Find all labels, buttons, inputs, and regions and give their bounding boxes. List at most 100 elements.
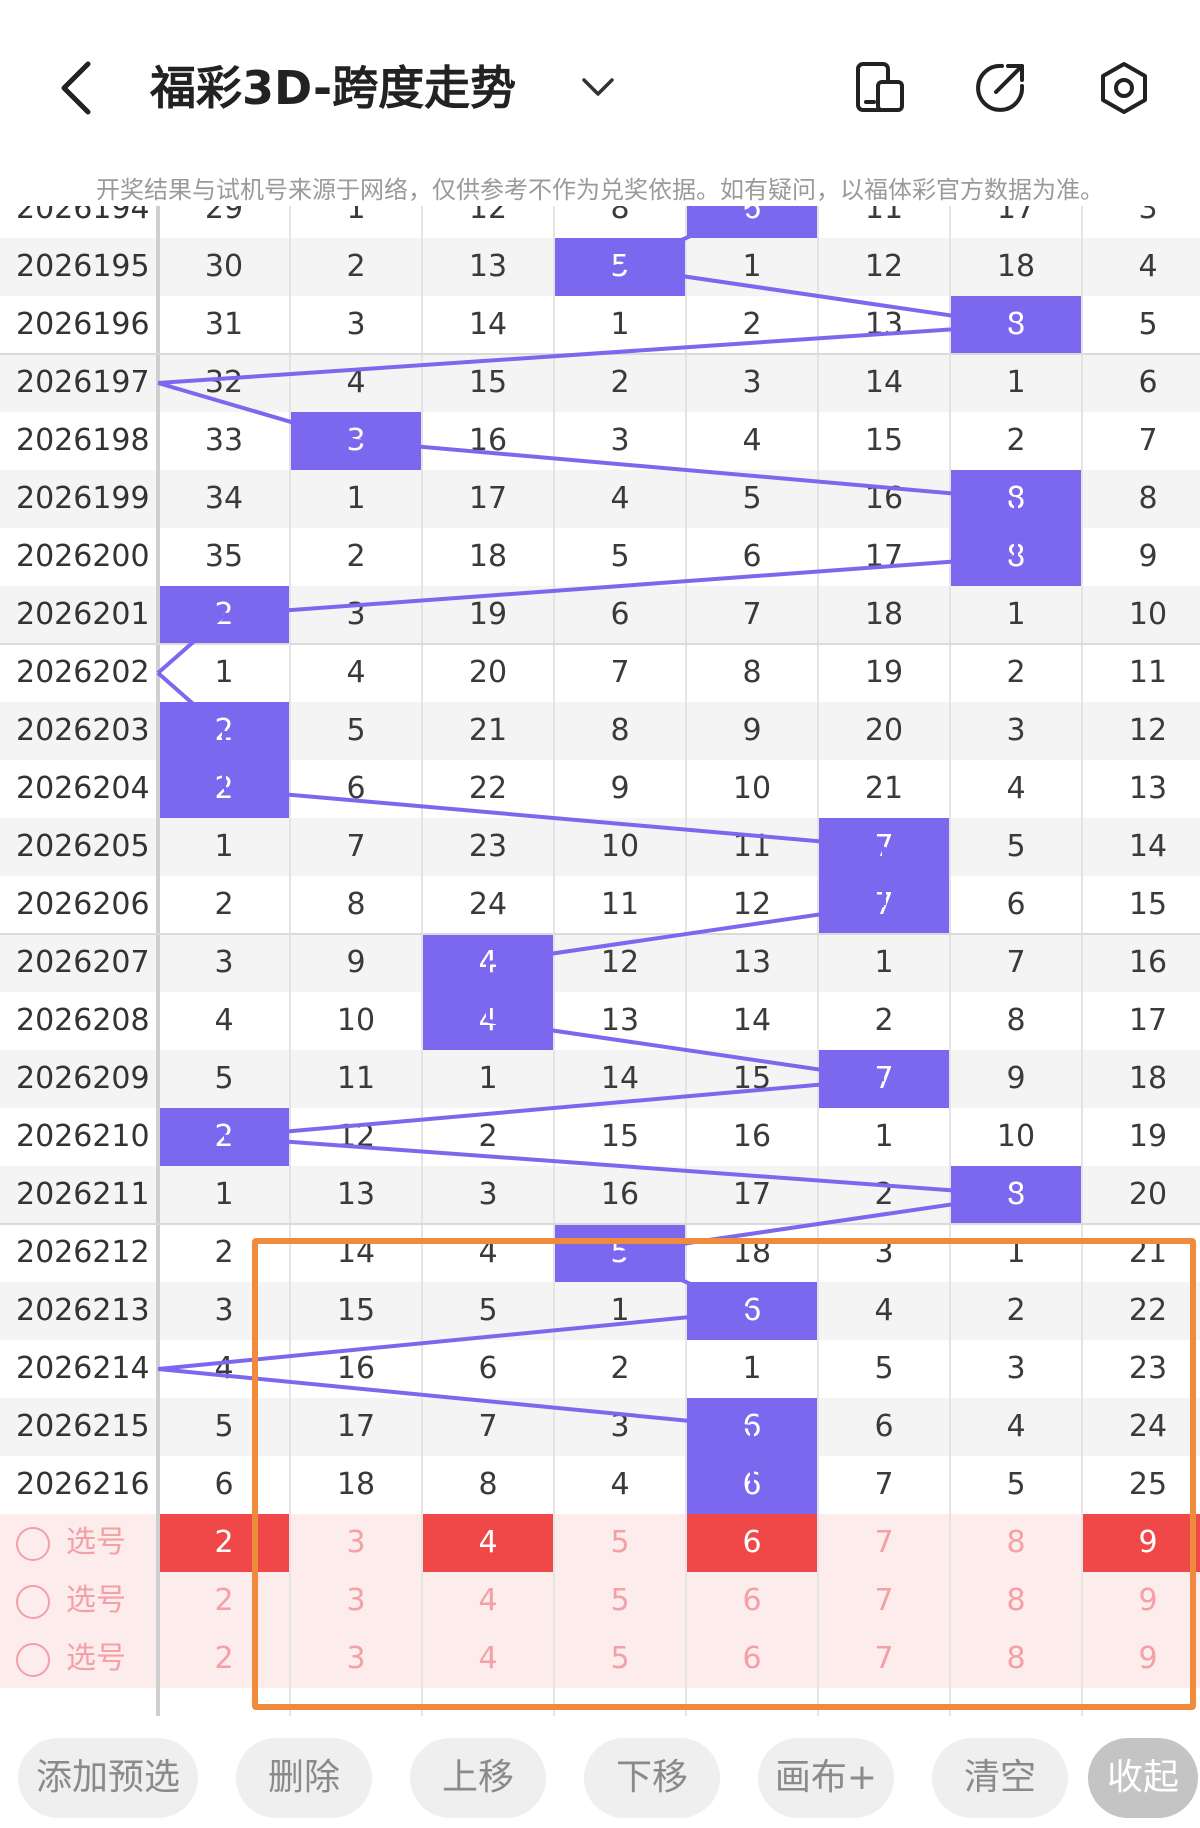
miss-cell: 1 [346, 206, 366, 226]
move-down-button[interactable]: 下移 [584, 1738, 720, 1818]
issue-number: 2026200 [16, 539, 150, 574]
page-title[interactable]: 福彩3D-跨度走势 [150, 56, 516, 120]
issue-number: 2026199 [16, 481, 150, 516]
miss-cell: 13 [864, 307, 904, 342]
miss-cell: 17 [732, 1177, 772, 1212]
miss-cell: 10 [732, 771, 772, 806]
app-header: 福彩3D-跨度走势 开奖结果与试机号来源于网络，仅供参考不作为兑奖依据。如有疑问… [0, 0, 1200, 204]
pick-row-label[interactable]: 选号 [16, 1580, 126, 1622]
miss-cell: 9 [346, 945, 366, 980]
issue-number: 2026214 [16, 1351, 150, 1386]
issue-number: 2026194 [16, 206, 150, 226]
table-row: 2026197 32 4 15 2 3 14 1 6 [0, 354, 1200, 412]
table-row: 2026208 4 10 4 13 14 2 8 17 [0, 992, 1200, 1050]
miss-cell: 14 [1128, 829, 1168, 864]
miss-cell: 16 [864, 481, 904, 516]
table-row: 2026209 5 11 1 14 15 7 9 18 [0, 1050, 1200, 1108]
miss-cell: 10 [1128, 597, 1168, 632]
pick-label-text: 选号 [66, 1583, 126, 1618]
bottom-toolbar: 添加预选 删除 上移 下移 画布+ 清空 收起 [0, 1716, 1200, 1828]
miss-cell: 1 [1006, 597, 1026, 632]
miss-cell: 19 [1128, 1119, 1168, 1154]
miss-cell: 18 [1128, 1061, 1168, 1096]
miss-cell: 9 [742, 713, 762, 748]
hit-cell: 8 [950, 296, 1082, 354]
share-icon[interactable] [972, 60, 1028, 116]
miss-cell: 16 [468, 423, 508, 458]
miss-cell: 4 [346, 655, 366, 690]
miss-cell: 14 [600, 1061, 640, 1096]
miss-cell: 30 [204, 249, 244, 284]
hit-cell: 7 [818, 818, 950, 876]
table-row: 2026199 34 1 17 4 5 16 8 8 [0, 470, 1200, 528]
miss-cell: 15 [732, 1061, 772, 1096]
miss-cell: 19 [864, 655, 904, 690]
miss-cell: 12 [1128, 713, 1168, 748]
radio-circle-icon[interactable] [16, 1584, 50, 1619]
issue-number: 2026198 [16, 423, 150, 458]
collapse-button[interactable]: 收起 [1088, 1738, 1198, 1818]
miss-cell: 3 [610, 423, 630, 458]
settings-icon[interactable] [1096, 60, 1152, 116]
miss-cell: 12 [732, 887, 772, 922]
canvas-plus-button[interactable]: 画布+ [758, 1738, 894, 1818]
add-preselect-button[interactable]: 添加预选 [18, 1738, 198, 1818]
miss-cell: 13 [336, 1177, 376, 1212]
radio-circle-icon[interactable] [16, 1526, 50, 1561]
miss-cell: 2 [346, 249, 366, 284]
hit-cell: 7 [818, 1050, 950, 1108]
miss-cell: 13 [732, 945, 772, 980]
miss-cell: 2 [874, 1177, 894, 1212]
miss-cell: 10 [996, 1119, 1036, 1154]
miss-cell: 35 [204, 539, 244, 574]
miss-cell: 2 [610, 365, 630, 400]
move-up-button[interactable]: 上移 [410, 1738, 546, 1818]
hit-cell: 6 [686, 206, 818, 238]
table-row: 2026200 35 2 18 5 6 17 8 9 [0, 528, 1200, 586]
miss-cell: 23 [468, 829, 508, 864]
miss-cell: 3 [346, 597, 366, 632]
issue-number: 2026207 [16, 945, 150, 980]
miss-cell: 3 [1006, 713, 1026, 748]
trend-table: 2026194 29 1 12 8 6 11 17 3 2026195 30 2 13 5 1 12 18 4 20… [0, 206, 1200, 1716]
miss-cell: 5 [1006, 829, 1026, 864]
hit-cell: 2 [158, 586, 290, 644]
pick-label-text: 选号 [66, 1641, 126, 1676]
pick-row-label[interactable]: 选号 [16, 1522, 126, 1564]
miss-cell: 15 [468, 365, 508, 400]
table-row: 2026198 33 3 16 3 4 15 2 7 [0, 412, 1200, 470]
miss-cell: 18 [864, 597, 904, 632]
table-row: 2026203 2 5 21 8 9 20 3 12 [0, 702, 1200, 760]
issue-number: 2026209 [16, 1061, 150, 1096]
miss-cell: 2 [346, 539, 366, 574]
miss-cell: 7 [610, 655, 630, 690]
issue-number: 2026201 [16, 597, 150, 632]
radio-circle-icon[interactable] [16, 1642, 50, 1677]
back-arrow-icon[interactable] [54, 60, 98, 116]
miss-cell: 34 [204, 481, 244, 516]
issue-number: 2026203 [16, 713, 150, 748]
miss-cell: 21 [468, 713, 508, 748]
issue-number: 2026197 [16, 365, 150, 400]
issue-number: 2026215 [16, 1409, 150, 1444]
issue-number: 2026211 [16, 1177, 150, 1212]
hit-cell: 2 [158, 1108, 290, 1166]
pick-row-label[interactable]: 选号 [16, 1638, 126, 1680]
delete-button[interactable]: 删除 [236, 1738, 372, 1818]
device-switch-icon[interactable] [852, 60, 908, 116]
table-row: 2026204 2 6 22 9 10 21 4 13 [0, 760, 1200, 818]
miss-cell: 1 [346, 481, 366, 516]
miss-cell: 12 [468, 206, 508, 226]
miss-cell: 20 [1128, 1177, 1168, 1212]
chevron-down-icon[interactable] [578, 72, 618, 102]
group-separator [0, 643, 1200, 645]
hit-cell: 8 [950, 470, 1082, 528]
miss-cell: 2 [874, 1003, 894, 1038]
miss-cell: 3 [742, 365, 762, 400]
miss-cell: 16 [600, 1177, 640, 1212]
clear-button[interactable]: 清空 [932, 1738, 1068, 1818]
hit-cell: 2 [158, 760, 290, 818]
miss-cell: 31 [204, 307, 244, 342]
miss-cell: 7 [1138, 423, 1158, 458]
miss-cell: 32 [204, 365, 244, 400]
